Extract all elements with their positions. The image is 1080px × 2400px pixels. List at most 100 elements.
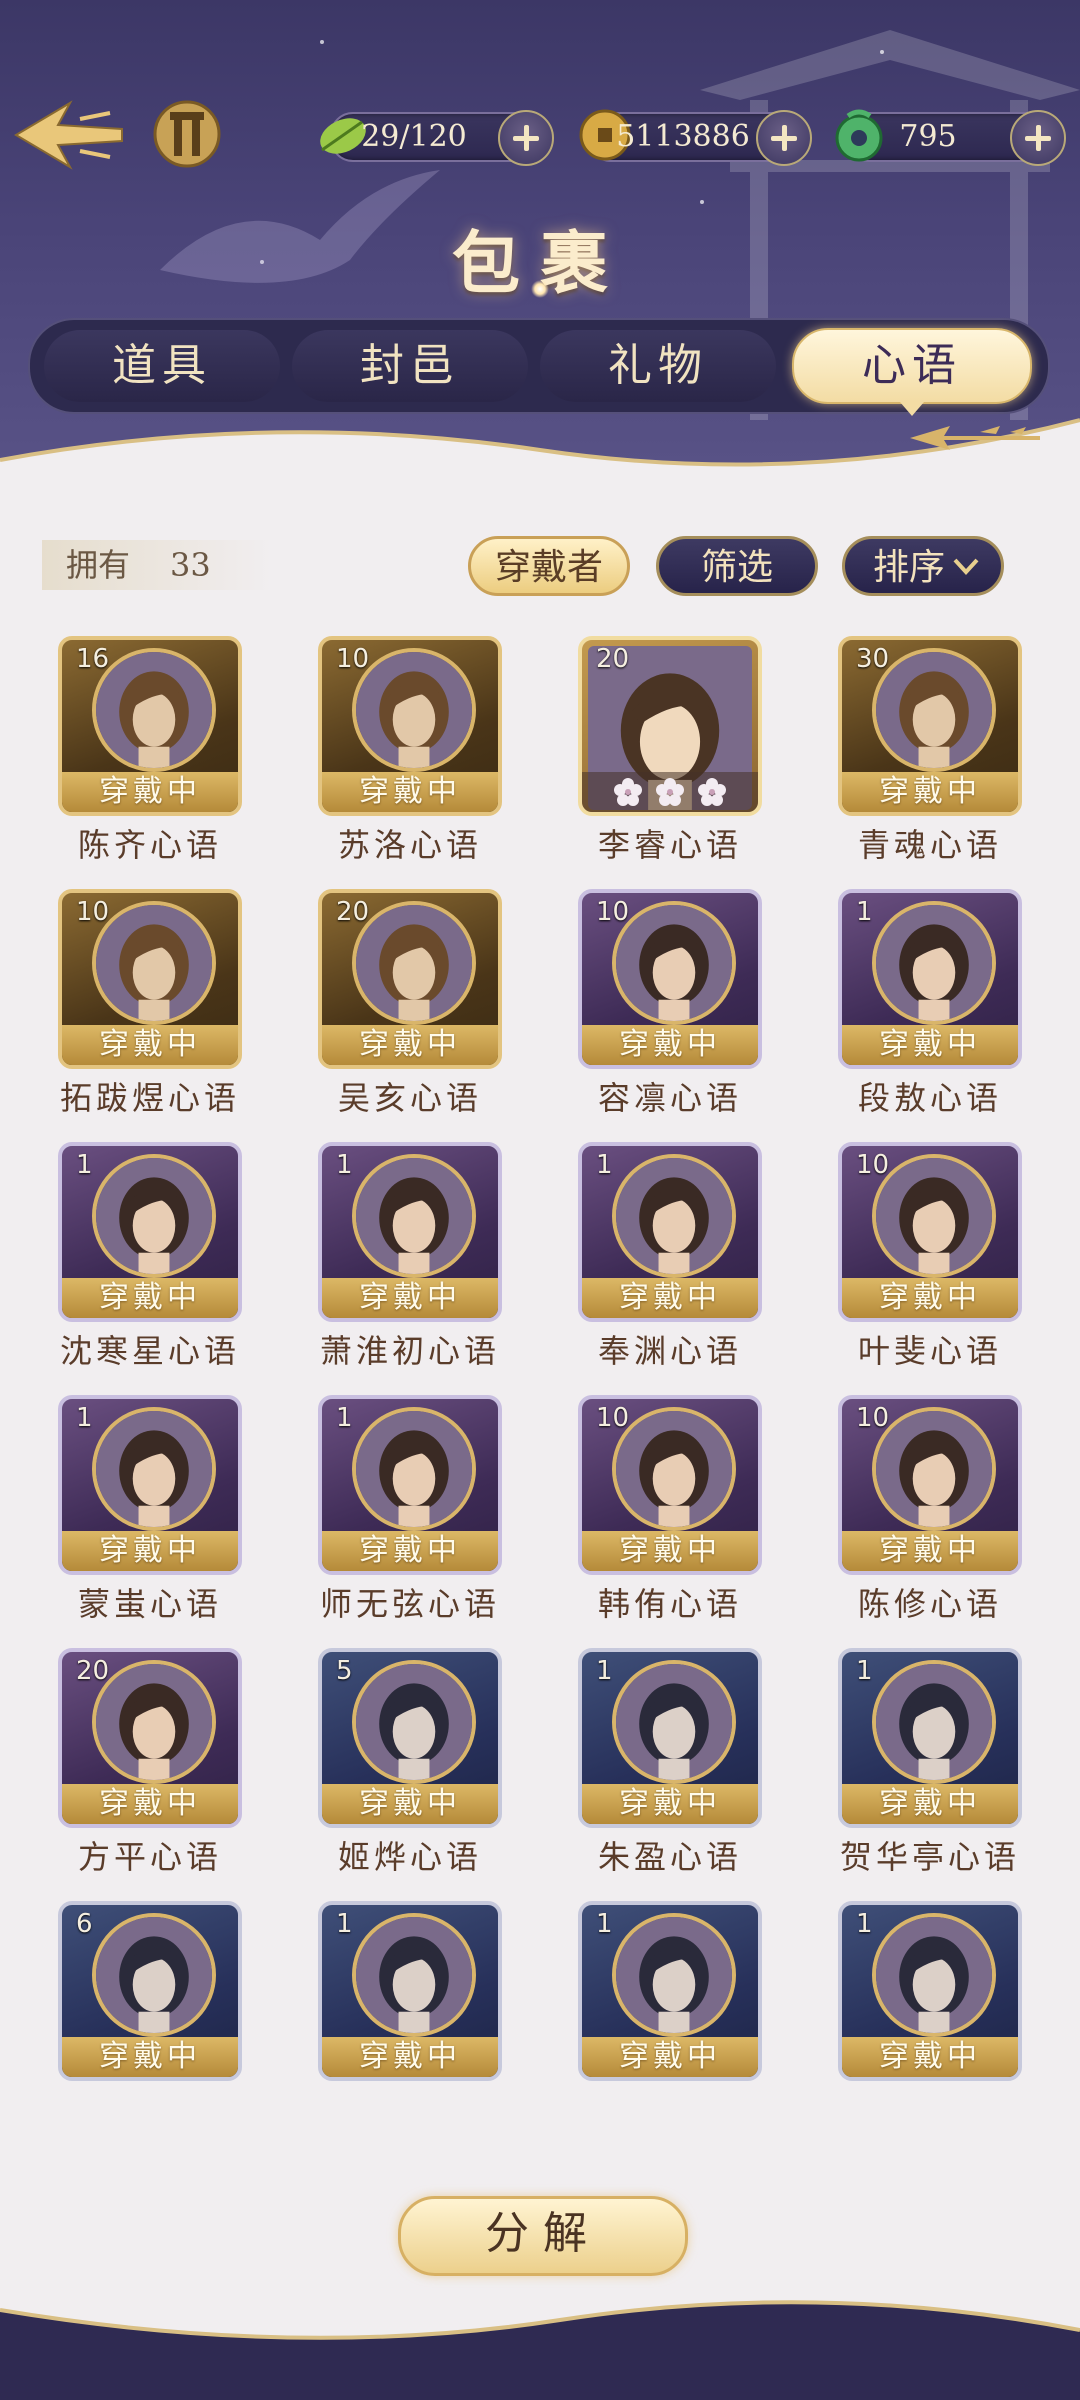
heart-word-card[interactable]: 1 穿戴中 xyxy=(58,1395,242,1575)
heart-word-card[interactable]: 10 穿戴中 xyxy=(318,636,502,816)
card-level: 1 xyxy=(76,1150,93,1180)
character-portrait xyxy=(872,1407,996,1531)
heart-word-card[interactable]: 10 穿戴中 xyxy=(838,1395,1022,1575)
character-avatar-icon xyxy=(616,905,732,1021)
heart-word-card[interactable]: 10 穿戴中 xyxy=(578,889,762,1069)
card-level: 1 xyxy=(336,1403,353,1433)
character-avatar-icon xyxy=(356,1664,472,1780)
card-level: 20 xyxy=(596,644,630,674)
character-avatar-icon xyxy=(96,1917,212,2033)
character-portrait xyxy=(612,1407,736,1531)
character-portrait xyxy=(612,1660,736,1784)
heart-word-card[interactable]: 1 穿戴中 xyxy=(578,1142,762,1322)
heart-word-card[interactable]: 6 穿戴中 xyxy=(58,1901,242,2081)
wearing-badge: 穿戴中 xyxy=(842,1784,1018,1824)
wearing-badge: 穿戴中 xyxy=(322,1784,498,1824)
coin-value: 5113886 xyxy=(616,119,750,154)
character-avatar-icon xyxy=(616,1917,732,2033)
card-name: 奉渊心语 xyxy=(597,1332,742,1370)
chevron-down-icon xyxy=(953,558,979,575)
flower-rating xyxy=(582,772,758,812)
character-portrait xyxy=(352,1913,476,2037)
arrow-deco-icon xyxy=(910,426,1040,450)
character-portrait xyxy=(352,901,476,1025)
character-portrait xyxy=(92,1407,216,1531)
character-avatar-icon xyxy=(96,905,212,1021)
heart-word-card[interactable]: 1 穿戴中 xyxy=(318,1901,502,2081)
heart-word-card[interactable]: 1 穿戴中 xyxy=(578,1648,762,1828)
heart-word-card[interactable]: 10 穿戴中 xyxy=(578,1395,762,1575)
heart-word-card[interactable]: 10 穿戴中 xyxy=(838,1142,1022,1322)
owned-number: 33 xyxy=(170,546,211,584)
heart-word-card[interactable]: 1 穿戴中 xyxy=(318,1395,502,1575)
tab-heart-words[interactable]: 心语 xyxy=(792,328,1032,416)
tab-gifts[interactable]: 礼物 xyxy=(540,330,776,402)
wearing-badge: 穿戴中 xyxy=(322,1025,498,1065)
heart-word-card[interactable]: 1 穿戴中 xyxy=(838,889,1022,1069)
heart-word-card[interactable]: 20 穿戴中 xyxy=(318,889,502,1069)
heart-word-card[interactable]: 16 穿戴中 xyxy=(58,636,242,816)
card-name: 叶斐心语 xyxy=(857,1332,1002,1370)
tab-fief[interactable]: 封邑 xyxy=(292,330,528,402)
character-portrait xyxy=(352,1407,476,1531)
card-level: 20 xyxy=(336,897,370,927)
card-name: 蒙蚩心语 xyxy=(77,1585,222,1623)
heart-word-card[interactable]: 20 穿戴中 xyxy=(58,1648,242,1828)
character-avatar-icon xyxy=(616,1411,732,1527)
add-coin-button[interactable] xyxy=(756,110,812,166)
owned-label: 拥有 xyxy=(66,546,131,584)
character-avatar-icon xyxy=(876,1158,992,1274)
character-avatar-icon xyxy=(96,652,212,768)
wearing-badge: 穿戴中 xyxy=(842,1278,1018,1318)
character-avatar-icon xyxy=(96,1158,212,1274)
decompose-button[interactable]: 分解 xyxy=(398,2196,688,2276)
heart-word-card[interactable]: 5 穿戴中 xyxy=(318,1648,502,1828)
heart-word-card[interactable]: 1 穿戴中 xyxy=(578,1901,762,2081)
home-gate-icon[interactable] xyxy=(152,96,222,170)
back-arrow-icon[interactable] xyxy=(10,95,125,175)
wearing-badge: 穿戴中 xyxy=(322,2037,498,2077)
wearing-badge: 穿戴中 xyxy=(62,1278,238,1318)
sort-button[interactable]: 排序 xyxy=(842,536,1004,596)
card-level: 5 xyxy=(336,1656,353,1686)
character-portrait xyxy=(612,1154,736,1278)
card-name: 陈修心语 xyxy=(857,1585,1002,1623)
wearing-badge: 穿戴中 xyxy=(582,1784,758,1824)
character-avatar-icon xyxy=(356,905,472,1021)
card-name: 容凛心语 xyxy=(597,1079,742,1117)
character-avatar-icon xyxy=(876,1664,992,1780)
character-avatar-icon xyxy=(96,1664,212,1780)
character-avatar-icon xyxy=(876,1917,992,2033)
tab-items[interactable]: 道具 xyxy=(44,330,280,402)
wearer-button[interactable]: 穿戴者 xyxy=(468,536,630,596)
card-level: 10 xyxy=(596,897,630,927)
heart-word-card[interactable]: 20 xyxy=(578,636,762,816)
card-name: 苏洛心语 xyxy=(337,826,482,864)
character-avatar-icon xyxy=(356,1917,472,2033)
add-stamina-button[interactable] xyxy=(498,110,554,166)
card-name: 韩侑心语 xyxy=(597,1585,742,1623)
wearing-badge: 穿戴中 xyxy=(62,1025,238,1065)
wearing-badge: 穿戴中 xyxy=(62,1784,238,1824)
add-jade-button[interactable] xyxy=(1010,110,1066,166)
star-deco xyxy=(880,50,884,54)
heart-word-card[interactable]: 10 穿戴中 xyxy=(58,889,242,1069)
character-portrait xyxy=(92,901,216,1025)
heart-word-card[interactable]: 1 穿戴中 xyxy=(838,1648,1022,1828)
stamina-value: 29/120 xyxy=(361,119,467,154)
filter-button[interactable]: 筛选 xyxy=(656,536,818,596)
card-name: 拓跋煜心语 xyxy=(59,1079,240,1117)
star-deco xyxy=(700,200,704,204)
heart-word-card[interactable]: 1 穿戴中 xyxy=(838,1901,1022,2081)
card-level: 1 xyxy=(856,897,873,927)
coin-counter: 5113886 xyxy=(579,109,812,166)
sort-label: 排序 xyxy=(873,547,946,588)
stamina-counter: 29/120 xyxy=(320,110,554,166)
flower-icon xyxy=(614,778,642,806)
flower-icon xyxy=(698,778,726,806)
heart-word-card[interactable]: 30 穿戴中 xyxy=(838,636,1022,816)
heart-word-card[interactable]: 1 穿戴中 xyxy=(58,1142,242,1322)
wearing-badge: 穿戴中 xyxy=(62,772,238,812)
heart-word-card[interactable]: 1 穿戴中 xyxy=(318,1142,502,1322)
wearing-badge: 穿戴中 xyxy=(842,2037,1018,2077)
